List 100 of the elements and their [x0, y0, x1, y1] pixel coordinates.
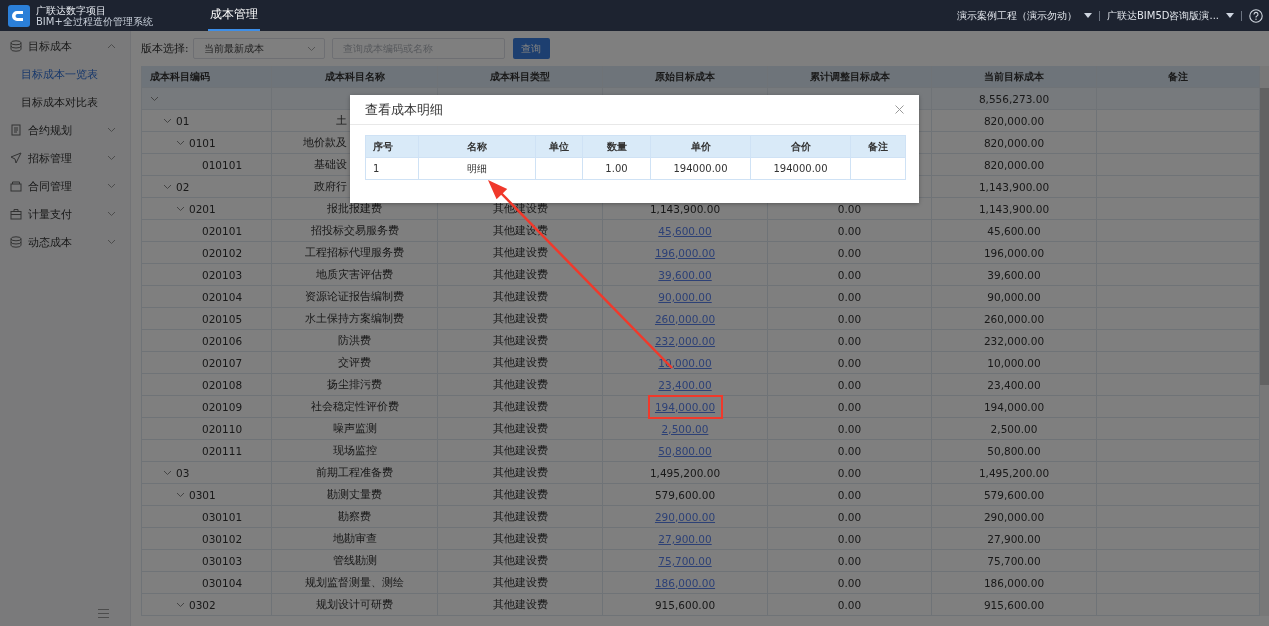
- menu-icon: [10, 124, 22, 136]
- sidebar-item[interactable]: 合同管理: [0, 172, 130, 200]
- amount-link[interactable]: 232,000.00: [654, 334, 716, 347]
- type-text: 其他建设费: [492, 443, 548, 458]
- sidebar-item[interactable]: 目标成本: [0, 32, 130, 60]
- name-text: 地价款及: [303, 135, 347, 150]
- menu-icon: [10, 236, 22, 248]
- code-text: 020108: [202, 378, 243, 391]
- amount-link[interactable]: 2,500.00: [661, 422, 709, 435]
- name-text: 规划监督测量、测绘: [305, 575, 404, 590]
- type-text: 其他建设费: [492, 311, 548, 326]
- amount-link[interactable]: 23,400.00: [658, 378, 712, 391]
- close-icon[interactable]: [895, 105, 904, 114]
- dropdown-icon[interactable]: [1083, 13, 1092, 18]
- table-cell: 明细: [467, 161, 487, 176]
- amount-link[interactable]: 196,000.00: [654, 246, 716, 259]
- type-text: 其他建设费: [492, 333, 548, 348]
- expand-icon[interactable]: [163, 469, 172, 476]
- amount-link[interactable]: 39,600.00: [658, 268, 712, 281]
- amount-text: 0.00: [837, 224, 862, 237]
- amount-text: 0.00: [837, 466, 862, 479]
- code-text: 020111: [202, 444, 243, 457]
- amount-text: 0.00: [837, 400, 862, 413]
- help-icon[interactable]: [1249, 8, 1263, 23]
- menu-icon[interactable]: [98, 609, 109, 618]
- name-text: 现场监控: [332, 443, 377, 458]
- account-selector[interactable]: 广联达BIM5D咨询版演...: [1106, 8, 1219, 23]
- type-text: 其他建设费: [492, 487, 548, 502]
- expand-icon[interactable]: [163, 117, 172, 124]
- amount-text: 196,000.00: [983, 246, 1045, 259]
- name-text: 勘测丈量费: [327, 487, 382, 502]
- sidebar-subitem[interactable]: 目标成本对比表: [0, 88, 130, 116]
- code-text: 0301: [189, 488, 216, 501]
- amount-link[interactable]: 75,700.00: [658, 554, 712, 567]
- scrollbar-thumb[interactable]: [1260, 88, 1269, 385]
- amount-text: 0.00: [837, 554, 862, 567]
- amount-link[interactable]: 27,900.00: [658, 532, 712, 545]
- amount-text: 2,500.00: [990, 422, 1038, 435]
- table-cell: 194000.00: [773, 163, 828, 174]
- type-text: 其他建设费: [492, 267, 548, 282]
- amount-link[interactable]: 260,000.00: [654, 312, 716, 325]
- amount-link[interactable]: 90,000.00: [658, 290, 712, 303]
- code-text: 020107: [202, 356, 243, 369]
- amount-text: 0.00: [837, 268, 862, 281]
- amount-text: 0.00: [837, 532, 862, 545]
- version-select[interactable]: 当前最新成本: [192, 38, 325, 59]
- code-text: 0302: [189, 598, 216, 611]
- amount-text: 45,600.00: [987, 224, 1041, 237]
- name-text: 防洪费: [338, 333, 371, 348]
- amount-text: 820,000.00: [983, 114, 1045, 127]
- amount-text: 0.00: [837, 378, 862, 391]
- code-text: 010101: [202, 158, 243, 171]
- query-button[interactable]: 查询: [512, 38, 550, 59]
- code-text: 020101: [202, 224, 243, 237]
- amount-link[interactable]: 50,800.00: [658, 444, 712, 457]
- expand-icon[interactable]: [176, 205, 185, 212]
- sidebar-item[interactable]: 动态成本: [0, 228, 130, 256]
- type-text: 其他建设费: [492, 355, 548, 370]
- amount-text: 579,600.00: [983, 488, 1045, 501]
- amount-link[interactable]: 194,000.00: [654, 400, 716, 413]
- chevron-icon[interactable]: [306, 45, 316, 52]
- project-selector[interactable]: 演示案例工程（演示勿动）: [956, 8, 1077, 23]
- menu-icon: [10, 180, 22, 192]
- amount-text: 194,000.00: [983, 400, 1045, 413]
- type-text: 其他建设费: [492, 377, 548, 392]
- amount-text: 0.00: [837, 488, 862, 501]
- expand-icon[interactable]: [163, 183, 172, 190]
- name-text: 土: [336, 113, 347, 128]
- column-header: 数量: [583, 136, 651, 158]
- sidebar-item[interactable]: 合约规划: [0, 116, 130, 144]
- dropdown-icon[interactable]: [1226, 13, 1234, 18]
- sidebar-item[interactable]: 招标管理: [0, 144, 130, 172]
- amount-link[interactable]: 290,000.00: [654, 510, 716, 523]
- chevron-icon: [107, 155, 116, 161]
- amount-text: 260,000.00: [983, 312, 1045, 325]
- amount-link[interactable]: 186,000.00: [654, 576, 716, 589]
- amount-text: 0.00: [837, 356, 862, 369]
- sidebar-item[interactable]: 计量支付: [0, 200, 130, 228]
- amount-text: 290,000.00: [983, 510, 1045, 523]
- amount-link[interactable]: 45,600.00: [658, 224, 712, 237]
- amount-text: 50,800.00: [987, 444, 1041, 457]
- name-text: 资源论证报告编制费: [305, 289, 404, 304]
- code-text: 0201: [189, 202, 216, 215]
- amount-text: 1,143,900.00: [978, 180, 1050, 193]
- sidebar-subitem[interactable]: 目标成本一览表: [0, 60, 130, 88]
- amount-text: 75,700.00: [987, 554, 1041, 567]
- code-text: 020106: [202, 334, 243, 347]
- expand-icon[interactable]: [176, 139, 185, 146]
- table-cell: 194000.00: [673, 163, 728, 174]
- code-text: 020102: [202, 246, 243, 259]
- type-text: 其他建设费: [492, 245, 548, 260]
- expand-icon[interactable]: [176, 601, 185, 608]
- amount-text: 27,900.00: [987, 532, 1041, 545]
- expand-icon[interactable]: [176, 491, 185, 498]
- amount-text: 186,000.00: [983, 576, 1045, 589]
- type-text: 其他建设费: [492, 575, 548, 590]
- expand-icon[interactable]: [150, 95, 159, 102]
- type-text: 其他建设费: [492, 597, 548, 612]
- name-text: 招投标交易服务费: [310, 223, 399, 238]
- name-text: 地勘审查: [332, 531, 377, 546]
